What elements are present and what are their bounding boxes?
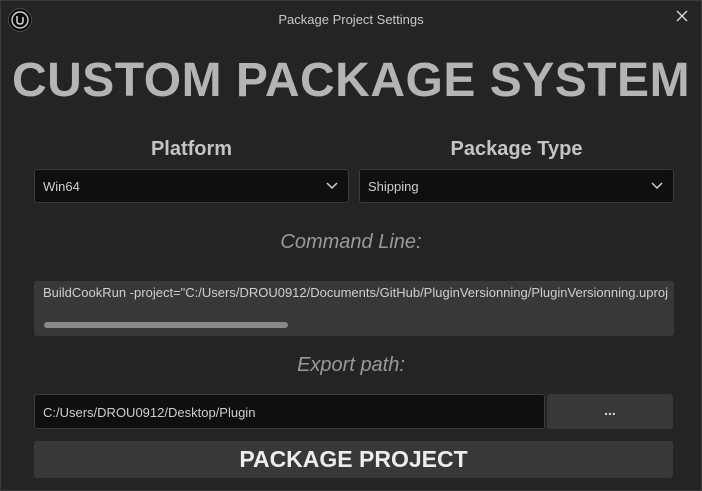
headline: CUSTOM PACKAGE SYSTEM: [11, 54, 691, 107]
package-settings-window: Package Project Settings CUSTOM PACKAGE …: [0, 0, 702, 491]
close-button[interactable]: [669, 5, 695, 27]
platform-selected-value: Win64: [43, 179, 80, 194]
browse-button[interactable]: ...: [547, 394, 673, 429]
export-path-label: Export path:: [297, 354, 405, 376]
chevron-down-icon: [326, 182, 338, 190]
package-type-label: Package Type: [450, 138, 583, 160]
package-project-button[interactable]: PACKAGE PROJECT: [34, 441, 673, 478]
platform-label: Platform: [150, 138, 233, 160]
package-type-dropdown[interactable]: Shipping: [359, 169, 674, 203]
close-icon: [676, 10, 688, 22]
platform-dropdown[interactable]: Win64: [34, 169, 349, 203]
package-type-selected-value: Shipping: [368, 179, 419, 194]
export-path-input[interactable]: C:/Users/DROU0912/Desktop/Plugin: [34, 394, 545, 429]
command-line-scrollbar[interactable]: [44, 322, 288, 328]
title-bar: Package Project Settings: [1, 1, 701, 39]
chevron-down-icon: [651, 182, 663, 190]
export-path-value: C:/Users/DROU0912/Desktop/Plugin: [43, 405, 256, 420]
command-line-text: BuildCookRun -project="C:/Users/DROU0912…: [43, 285, 668, 300]
window-title: Package Project Settings: [278, 12, 424, 27]
command-line-label: Command Line:: [280, 231, 422, 253]
command-line-field[interactable]: BuildCookRun -project="C:/Users/DROU0912…: [34, 281, 674, 336]
